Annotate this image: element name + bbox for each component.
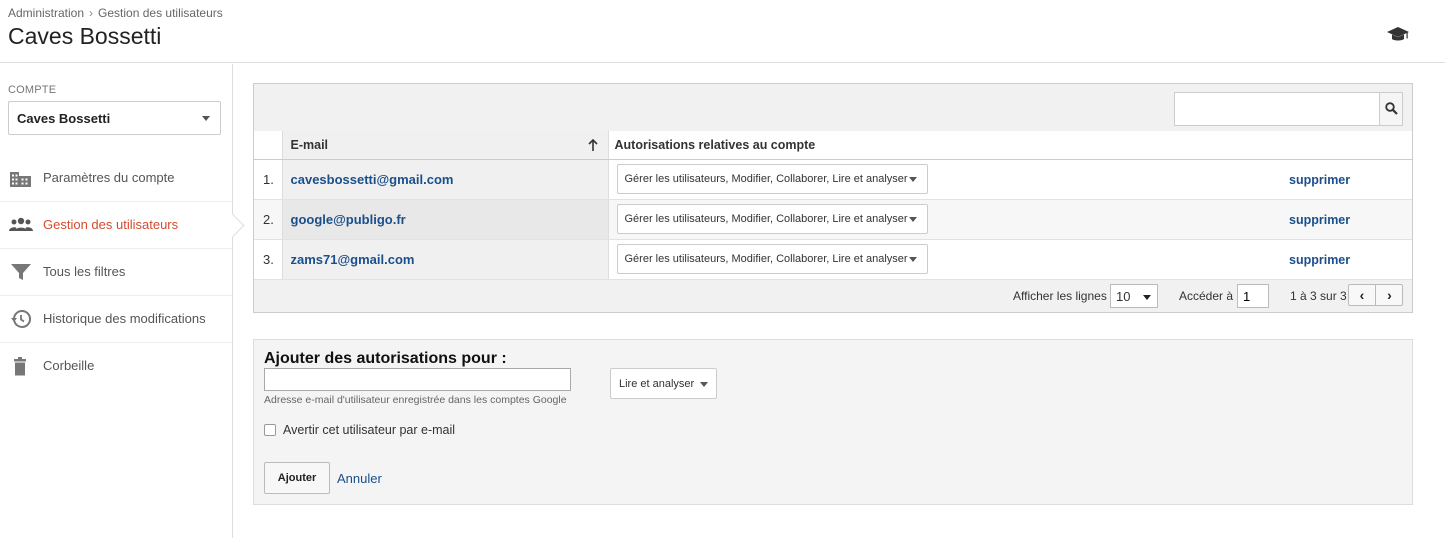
rows-per-page-label: Afficher les lignes :: [1013, 289, 1114, 303]
role-select[interactable]: Lire et analyser: [610, 368, 717, 399]
sidebar-item-user-management[interactable]: Gestion des utilisateurs: [0, 202, 232, 249]
delete-user-link[interactable]: supprimer: [1289, 173, 1350, 187]
permissions-select[interactable]: Gérer les utilisateurs, Modifier, Collab…: [616, 164, 928, 194]
breadcrumb-separator: ›: [89, 6, 94, 20]
trash-icon: [14, 357, 26, 376]
add-permissions-title: Ajouter des autorisations pour :: [264, 350, 507, 367]
table-pager: Afficher les lignes : 10 Accéder à : 1 à…: [254, 280, 1412, 312]
table-row: 3. zams71@gmail.com Gérer les utilisateu…: [254, 239, 1412, 280]
account-select-value: Caves Bossetti: [17, 111, 111, 126]
search-button[interactable]: [1379, 93, 1402, 125]
users-table: E-mail Autorisations relatives au compte…: [254, 131, 1412, 280]
users-table-panel: E-mail Autorisations relatives au compte…: [253, 83, 1413, 313]
chevron-down-icon: [700, 382, 708, 387]
email-column-header[interactable]: E-mail: [281, 131, 609, 160]
table-row: 1. cavesbossetti@gmail.com Gérer les uti…: [254, 159, 1412, 200]
permissions-value: Gérer les utilisateurs, Modifier, Collab…: [624, 213, 908, 225]
add-button[interactable]: Ajouter: [264, 462, 330, 494]
permissions-value: Gérer les utilisateurs, Modifier, Collab…: [624, 173, 908, 185]
delete-user-link[interactable]: supprimer: [1289, 213, 1350, 227]
sidebar-item-label: Gestion des utilisateurs: [43, 217, 179, 232]
rows-per-page-select[interactable]: 10: [1110, 284, 1158, 308]
building-icon: [10, 172, 31, 187]
breadcrumb: Administration › Gestion des utilisateurs: [8, 6, 223, 20]
breadcrumb-item-users: Gestion des utilisateurs: [98, 6, 223, 20]
sidebar-item-account-settings[interactable]: Paramètres du compte: [0, 155, 232, 202]
sidebar: COMPTE Caves Bossetti Paramètres du comp…: [0, 64, 233, 538]
next-page-button[interactable]: ›: [1376, 285, 1403, 305]
index-column-header: [254, 131, 282, 160]
chevron-down-icon: [908, 257, 917, 262]
row-index: 3.: [254, 239, 282, 280]
sidebar-nav: Paramètres du compte Gestion des utilisa…: [0, 155, 232, 390]
search-icon: [1385, 102, 1398, 115]
notify-label[interactable]: Avertir cet utilisateur par e-mail: [283, 423, 455, 437]
pagination-buttons: ‹ ›: [1348, 284, 1403, 306]
table-row: 2. google@publigo.fr Gérer les utilisate…: [254, 199, 1412, 240]
notify-checkbox[interactable]: [264, 424, 276, 436]
cancel-link[interactable]: Annuler: [337, 471, 382, 486]
table-header-row: E-mail Autorisations relatives au compte: [254, 131, 1412, 160]
row-index: 1.: [254, 159, 282, 200]
goto-page-label: Accéder à :: [1179, 289, 1240, 303]
users-icon: [9, 217, 33, 231]
chevron-left-icon: ‹: [1359, 287, 1365, 303]
chevron-down-icon: [908, 217, 917, 222]
row-index: 2.: [254, 199, 282, 240]
graduation-cap-icon[interactable]: [1386, 24, 1410, 44]
email-field-hint: Adresse e-mail d'utilisateur enregistrée…: [264, 394, 567, 406]
pagination-range: 1 à 3 sur 3: [1290, 289, 1347, 303]
role-select-value: Lire et analyser: [619, 378, 695, 390]
sidebar-item-change-history[interactable]: Historique des modifications: [0, 296, 232, 343]
permissions-select[interactable]: Gérer les utilisateurs, Modifier, Collab…: [616, 204, 928, 234]
previous-page-button[interactable]: ‹: [1349, 285, 1376, 305]
sidebar-item-label: Corbeille: [43, 358, 95, 373]
rows-per-page-value: 10: [1116, 289, 1131, 304]
user-email-link[interactable]: zams71@gmail.com: [291, 252, 415, 267]
permissions-value: Gérer les utilisateurs, Modifier, Collab…: [624, 253, 908, 265]
permissions-select[interactable]: Gérer les utilisateurs, Modifier, Collab…: [616, 244, 928, 274]
permissions-column-header: Autorisations relatives au compte: [608, 131, 1412, 160]
sidebar-item-trash[interactable]: Corbeille: [0, 343, 232, 390]
app-header: Administration › Gestion des utilisateurs …: [0, 0, 1445, 63]
user-email-link[interactable]: cavesbossetti@gmail.com: [291, 172, 454, 187]
user-email-field[interactable]: [264, 368, 571, 391]
search-box: [1174, 92, 1403, 126]
user-email-link[interactable]: google@publigo.fr: [291, 212, 406, 227]
add-permissions-panel: Ajouter des autorisations pour : Adresse…: [253, 339, 1413, 505]
chevron-right-icon: ›: [1387, 287, 1392, 303]
sidebar-item-label: Historique des modifications: [43, 311, 206, 326]
email-column-label: E-mail: [290, 137, 329, 152]
filter-icon: [11, 264, 31, 280]
search-input[interactable]: [1175, 93, 1380, 125]
sidebar-item-label: Tous les filtres: [43, 264, 126, 279]
chevron-down-icon: [1143, 295, 1151, 300]
history-icon: [11, 309, 32, 328]
sidebar-item-all-filters[interactable]: Tous les filtres: [0, 249, 232, 296]
sort-ascending-icon: [587, 138, 598, 151]
account-label: COMPTE: [8, 84, 57, 96]
delete-user-link[interactable]: supprimer: [1289, 253, 1350, 267]
account-select[interactable]: Caves Bossetti: [8, 101, 221, 135]
chevron-down-icon: [908, 177, 917, 182]
breadcrumb-item-administration[interactable]: Administration: [8, 6, 84, 20]
chevron-down-icon: [202, 116, 210, 121]
page-title: Caves Bossetti: [8, 23, 162, 49]
goto-page-input[interactable]: [1237, 284, 1269, 308]
sidebar-item-label: Paramètres du compte: [43, 170, 175, 185]
